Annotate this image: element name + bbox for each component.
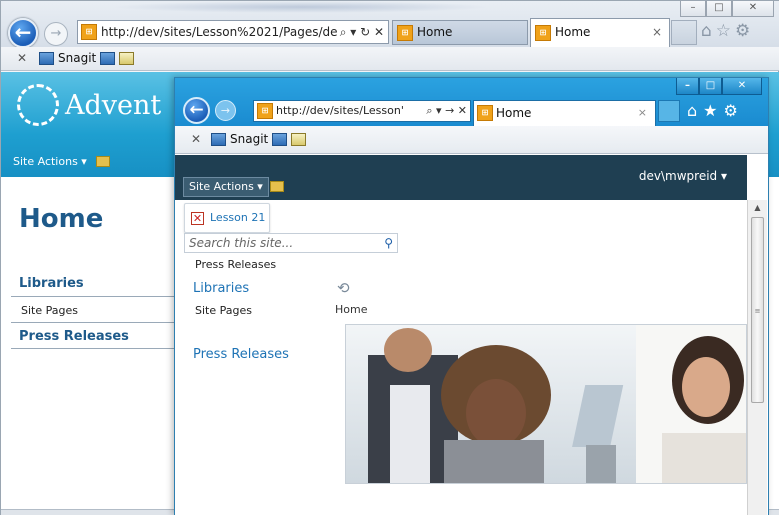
nav-heading-press-releases[interactable]: Press Releases — [19, 329, 129, 344]
logo-text: Advent — [65, 89, 162, 121]
outer-window-controls: – □ ✕ — [680, 1, 774, 17]
gear-icon[interactable]: ⚙ — [724, 101, 738, 120]
inner-browser-window: – □ ✕ ← → ⊞ http://dev/sites/Lesson' ⌕ ▾… — [174, 77, 769, 515]
forward-arrow-icon[interactable]: → — [215, 100, 236, 121]
outer-toolbar-icons: ⌂ ☆ ⚙ — [701, 21, 750, 41]
search-input[interactable]: Search this site... ⚲ — [184, 233, 398, 253]
star-icon[interactable]: ☆ — [716, 21, 731, 41]
logo-burst-icon — [17, 84, 59, 126]
nav-heading-press-releases[interactable]: Press Releases — [193, 347, 289, 362]
folder-icon[interactable] — [270, 181, 284, 192]
page-favicon-icon: ⊞ — [81, 24, 97, 40]
sharepoint-ribbon: dev\mwpreid ▾ Site Actions ▾ — [175, 155, 747, 200]
site-logo[interactable]: Advent — [17, 84, 161, 126]
snagit-label[interactable]: Snagit — [230, 126, 268, 153]
home-icon[interactable]: ⌂ — [687, 101, 697, 120]
star-icon[interactable]: ★ — [703, 101, 717, 120]
snagit-label[interactable]: Snagit — [58, 47, 96, 70]
site-actions-menu[interactable]: Site Actions ▾ — [13, 155, 87, 168]
close-icon[interactable]: ✕ — [191, 126, 201, 153]
inner-browser-chrome: – □ ✕ ← → ⊞ http://dev/sites/Lesson' ⌕ ▾… — [175, 78, 768, 126]
breadcrumb[interactable]: ✕ Lesson 21 — [184, 203, 270, 233]
snagit-icon[interactable] — [39, 52, 54, 65]
snagit-icon[interactable] — [211, 133, 226, 146]
inner-minimize-button[interactable]: – — [676, 78, 699, 95]
back-arrow-icon[interactable]: ← — [8, 18, 38, 48]
inner-maximize-button[interactable]: □ — [699, 78, 722, 95]
nav-heading-libraries[interactable]: Libraries — [19, 276, 84, 291]
page-favicon-icon: ⊞ — [257, 103, 273, 119]
outer-address-controls[interactable]: ⌕ ▾ ↻ ✕ — [336, 21, 384, 43]
inner-command-bar: ✕ Snagit — [175, 126, 768, 154]
inner-window-controls: – □ ✕ — [676, 78, 762, 95]
scrollbar-thumb[interactable]: ≡ — [751, 217, 764, 403]
site-actions-menu[interactable]: Site Actions ▾ — [183, 177, 269, 197]
nav-divider — [11, 322, 181, 323]
tab-close-icon[interactable]: × — [638, 101, 647, 125]
snagit-editor-icon[interactable] — [291, 133, 307, 146]
tab-favicon-icon: ⊞ — [535, 25, 551, 41]
outer-browser-chrome: – □ ✕ ← → ⊞ http://dev/sites/Lesson%2021… — [1, 1, 779, 48]
snagit-editor-icon[interactable] — [119, 52, 135, 65]
error-icon: ✕ — [191, 212, 204, 225]
inner-address-controls[interactable]: ⌕ ▾ → ✕ — [423, 101, 467, 121]
folder-icon[interactable] — [96, 156, 110, 167]
new-tab-button[interactable] — [658, 100, 680, 122]
page-icon-label[interactable]: Home — [335, 303, 367, 316]
outer-command-bar: ✕ Snagit — [1, 47, 779, 71]
vertical-scrollbar[interactable]: ▲ ≡ — [747, 200, 767, 515]
hero-photo-illustration — [346, 325, 746, 483]
tab-favicon-icon: ⊞ — [477, 105, 493, 121]
outer-address-bar[interactable]: ⊞ http://dev/sites/Lesson%2021/Pages/def… — [77, 20, 389, 44]
outer-minimize-button[interactable]: – — [680, 1, 706, 17]
nav-heading-libraries[interactable]: Libraries — [193, 281, 249, 296]
inner-address-bar[interactable]: ⊞ http://dev/sites/Lesson' ⌕ ▾ → ✕ — [253, 100, 471, 122]
nav-item-press-releases-top[interactable]: Press Releases — [195, 258, 276, 271]
outer-tab-1[interactable]: ⊞ Home — [392, 20, 528, 45]
search-icon[interactable]: ⚲ — [384, 234, 393, 252]
outer-tab-1-label: Home — [417, 25, 453, 39]
outer-close-button[interactable]: ✕ — [732, 1, 774, 17]
outer-maximize-button[interactable]: □ — [706, 1, 732, 17]
search-placeholder: Search this site... — [189, 236, 294, 250]
outer-tab-2-label: Home — [555, 25, 591, 39]
snagit-toolbar: Snagit — [211, 126, 307, 153]
nav-item-site-pages[interactable]: Site Pages — [195, 304, 252, 317]
back-arrow-icon[interactable]: ← — [183, 97, 210, 124]
tab-close-icon[interactable]: × — [652, 19, 662, 46]
inner-sharepoint-page: dev\mwpreid ▾ Site Actions ▾ ✕ Lesson 21… — [175, 155, 768, 515]
new-tab-button[interactable] — [671, 20, 697, 45]
inner-close-button[interactable]: ✕ — [722, 78, 762, 95]
hero-photo — [345, 324, 747, 484]
page-icon[interactable]: ⟲ — [337, 279, 350, 297]
nav-divider — [11, 296, 181, 297]
snagit-toolbar: Snagit — [39, 47, 135, 70]
outer-tab-2[interactable]: ⊞ Home × — [530, 18, 670, 47]
snagit-capture-icon[interactable] — [272, 133, 288, 146]
outer-address-text: http://dev/sites/Lesson%2021/Pages/defa — [101, 25, 350, 39]
nav-divider — [11, 348, 181, 349]
tab-favicon-icon: ⊞ — [397, 25, 413, 41]
inner-address-text: http://dev/sites/Lesson' — [276, 104, 404, 117]
nav-item-site-pages[interactable]: Site Pages — [21, 304, 78, 317]
snagit-capture-icon[interactable] — [100, 52, 116, 65]
inner-tab-label: Home — [496, 106, 532, 120]
home-icon[interactable]: ⌂ — [701, 21, 712, 41]
page-title: Home — [19, 204, 104, 234]
user-menu[interactable]: dev\mwpreid ▾ — [639, 169, 727, 183]
inner-tab-home[interactable]: ⊞ Home × — [473, 100, 656, 126]
forward-arrow-icon[interactable]: → — [44, 22, 68, 46]
breadcrumb-label: Lesson 21 — [210, 211, 266, 224]
close-icon[interactable]: ✕ — [17, 47, 27, 70]
inner-toolbar-icons: ⌂ ★ ⚙ — [687, 101, 738, 120]
gear-icon[interactable]: ⚙ — [735, 21, 750, 41]
scroll-up-icon[interactable]: ▲ — [748, 200, 767, 216]
